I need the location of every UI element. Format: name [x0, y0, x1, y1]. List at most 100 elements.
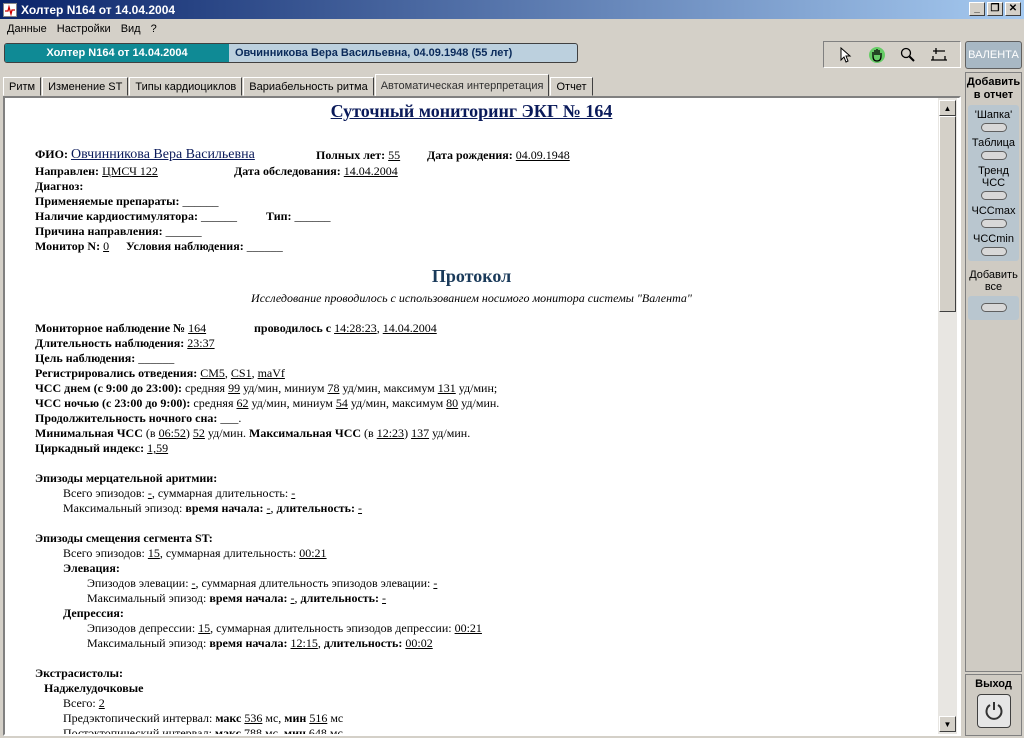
report-text: Продолжительность ночного сна:: [35, 411, 218, 425]
report-text: мин: [284, 711, 307, 725]
toolbar: Холтер N164 от 14.04.2004 Овчинникова Ве…: [0, 39, 963, 69]
report-line: Постэктопический интервал: макс 788 мс, …: [63, 726, 343, 734]
report-text: Максимальная ЧСС: [249, 426, 362, 440]
report-view: Суточный мониторинг ЭКГ № 164 ФИО: Овчин…: [3, 96, 961, 736]
report-text: -: [358, 501, 363, 515]
report-title: Суточный мониторинг ЭКГ № 164: [330, 101, 613, 121]
menu-settings[interactable]: Настройки: [52, 23, 116, 35]
report-line: Всего: 2: [63, 696, 105, 711]
report-text: ______: [294, 209, 331, 223]
report-line: Эпизодов депрессии: 15, суммарная длител…: [87, 621, 482, 635]
tab-st-change[interactable]: Изменение ST: [42, 77, 129, 96]
add-hr-trend-toggle[interactable]: [980, 191, 1007, 200]
tool-group: [823, 41, 961, 68]
report-text: 536: [244, 711, 263, 725]
report-text: Наличие кардиостимулятора:: [35, 209, 198, 223]
report-text: максимум: [392, 396, 444, 410]
report-text: Всего эпизодов:: [63, 546, 145, 560]
report-line: Максимальный эпизод: время начала: -, дл…: [63, 501, 363, 515]
patient-bar: Холтер N164 от 14.04.2004 Овчинникова Ве…: [4, 43, 578, 63]
report-text: мин: [283, 726, 306, 734]
report-text: 00:02: [405, 636, 433, 650]
report-line: ФИО: Овчинникова Вера Васильевна: [35, 147, 255, 162]
report-text: миниум: [292, 396, 333, 410]
zoom-icon[interactable]: [898, 45, 918, 65]
tab-report[interactable]: Отчет: [550, 77, 593, 96]
vertical-scrollbar[interactable]: ▲ ▼: [938, 98, 957, 734]
report-text: Тип:: [266, 209, 292, 223]
scroll-thumb[interactable]: [939, 116, 956, 312]
restore-button[interactable]: ❐: [987, 2, 1003, 16]
report-text: Условия наблюдения:: [126, 239, 244, 253]
menu-data[interactable]: Данные: [2, 23, 52, 35]
report-line: Максимальный эпизод: время начала: 12:15…: [87, 636, 433, 650]
add-hr-min-toggle[interactable]: [980, 247, 1007, 256]
add-to-report-title: Добавить в отчет: [966, 76, 1021, 101]
report-text: ФИО:: [35, 147, 68, 161]
report-line: Длительность наблюдения: 23:37: [35, 336, 215, 351]
tab-cardiocycle-types[interactable]: Типы кардиоциклов: [129, 77, 243, 96]
menu-view[interactable]: Вид: [116, 23, 146, 35]
add-hr-max-toggle[interactable]: [980, 219, 1007, 228]
report-text: 54: [335, 396, 348, 410]
report-text: мс: [264, 726, 278, 734]
report-text: 131: [437, 381, 456, 395]
scroll-down-button[interactable]: ▼: [939, 716, 956, 732]
report-text: Овчинникова Вера Васильевна: [70, 147, 255, 162]
report-text: Диагноз:: [35, 179, 84, 193]
add-all-toggle[interactable]: [980, 303, 1007, 312]
report-text: CM5: [200, 366, 225, 380]
scroll-up-button[interactable]: ▲: [939, 100, 956, 116]
report-line: Монитор N: 0: [35, 239, 109, 254]
report-text: уд/мин: [207, 426, 244, 440]
report-line: Дата обследования: 14.04.2004: [234, 164, 398, 179]
menu-help[interactable]: ?: [146, 23, 162, 35]
tab-auto-interpretation[interactable]: Автоматическая интерпретация: [374, 74, 550, 96]
report-line: проводилось с 14:28:23, 14.04.2004: [254, 321, 437, 335]
report-line: Депрессия:: [63, 606, 124, 621]
report-text: уд/мин: [342, 381, 378, 395]
report-text: уд/мин: [432, 426, 468, 440]
valenta-button[interactable]: ВАЛЕНТА: [965, 41, 1022, 69]
protocol-subtitle: Исследование проводилось с использование…: [251, 291, 692, 305]
report-text: Максимальный эпизод:: [87, 636, 207, 650]
add-items-group: 'Шапка' Таблица Тренд ЧСС ЧССmax ЧССmin: [968, 105, 1019, 261]
close-button[interactable]: ✕: [1005, 2, 1021, 16]
report-line: Эпизоды мерцательной аритмии:: [35, 471, 217, 486]
add-all-label: Добавить все: [969, 269, 1018, 293]
hand-icon[interactable]: [867, 45, 887, 65]
report-text: 00:21: [299, 546, 327, 560]
report-text: длительность:: [323, 636, 403, 650]
tab-rhythm[interactable]: Ритм: [3, 77, 42, 96]
report-text: 12:23: [376, 426, 405, 440]
report-text: мс: [329, 726, 343, 734]
report-line: ЧСС ночью (с 23:00 до 9:00): средняя 62 …: [35, 396, 500, 410]
report-text: Элевация:: [63, 561, 120, 575]
report-line: Экстрасистолы:: [35, 666, 123, 681]
report-text: макс: [214, 726, 241, 734]
report-text: уд/мин: [243, 381, 279, 395]
report-text: Дата обследования:: [234, 164, 341, 178]
report-text: Направлен:: [35, 164, 100, 178]
add-header-toggle[interactable]: [980, 123, 1007, 132]
report-text: Всего:: [63, 696, 96, 710]
measure-icon[interactable]: [929, 45, 949, 65]
report-text: maVf: [257, 366, 285, 380]
tab-bar: Ритм Изменение ST Типы кардиоциклов Вари…: [3, 74, 961, 96]
right-panel: ВАЛЕНТА Добавить в отчет 'Шапка' Таблица…: [963, 39, 1024, 738]
report-text: 80: [446, 396, 459, 410]
report-line: Продолжительность ночного сна: ___.: [35, 411, 242, 425]
pointer-icon[interactable]: [836, 45, 856, 65]
add-table-toggle[interactable]: [980, 151, 1007, 160]
report-line: Условия наблюдения: ______: [126, 239, 283, 254]
report-text: проводилось с: [254, 321, 332, 335]
report-text: 15: [147, 546, 160, 560]
exit-button[interactable]: [976, 694, 1011, 728]
tab-hr-variability[interactable]: Вариабельность ритма: [243, 77, 374, 96]
report-text: длительность:: [276, 501, 356, 515]
report-line: Наличие кардиостимулятора: ______: [35, 209, 237, 224]
minimize-button[interactable]: _: [969, 2, 985, 16]
report-text: -: [290, 591, 295, 605]
report-text: Максимальный эпизод:: [87, 591, 207, 605]
report-text: 06:52: [158, 426, 186, 440]
